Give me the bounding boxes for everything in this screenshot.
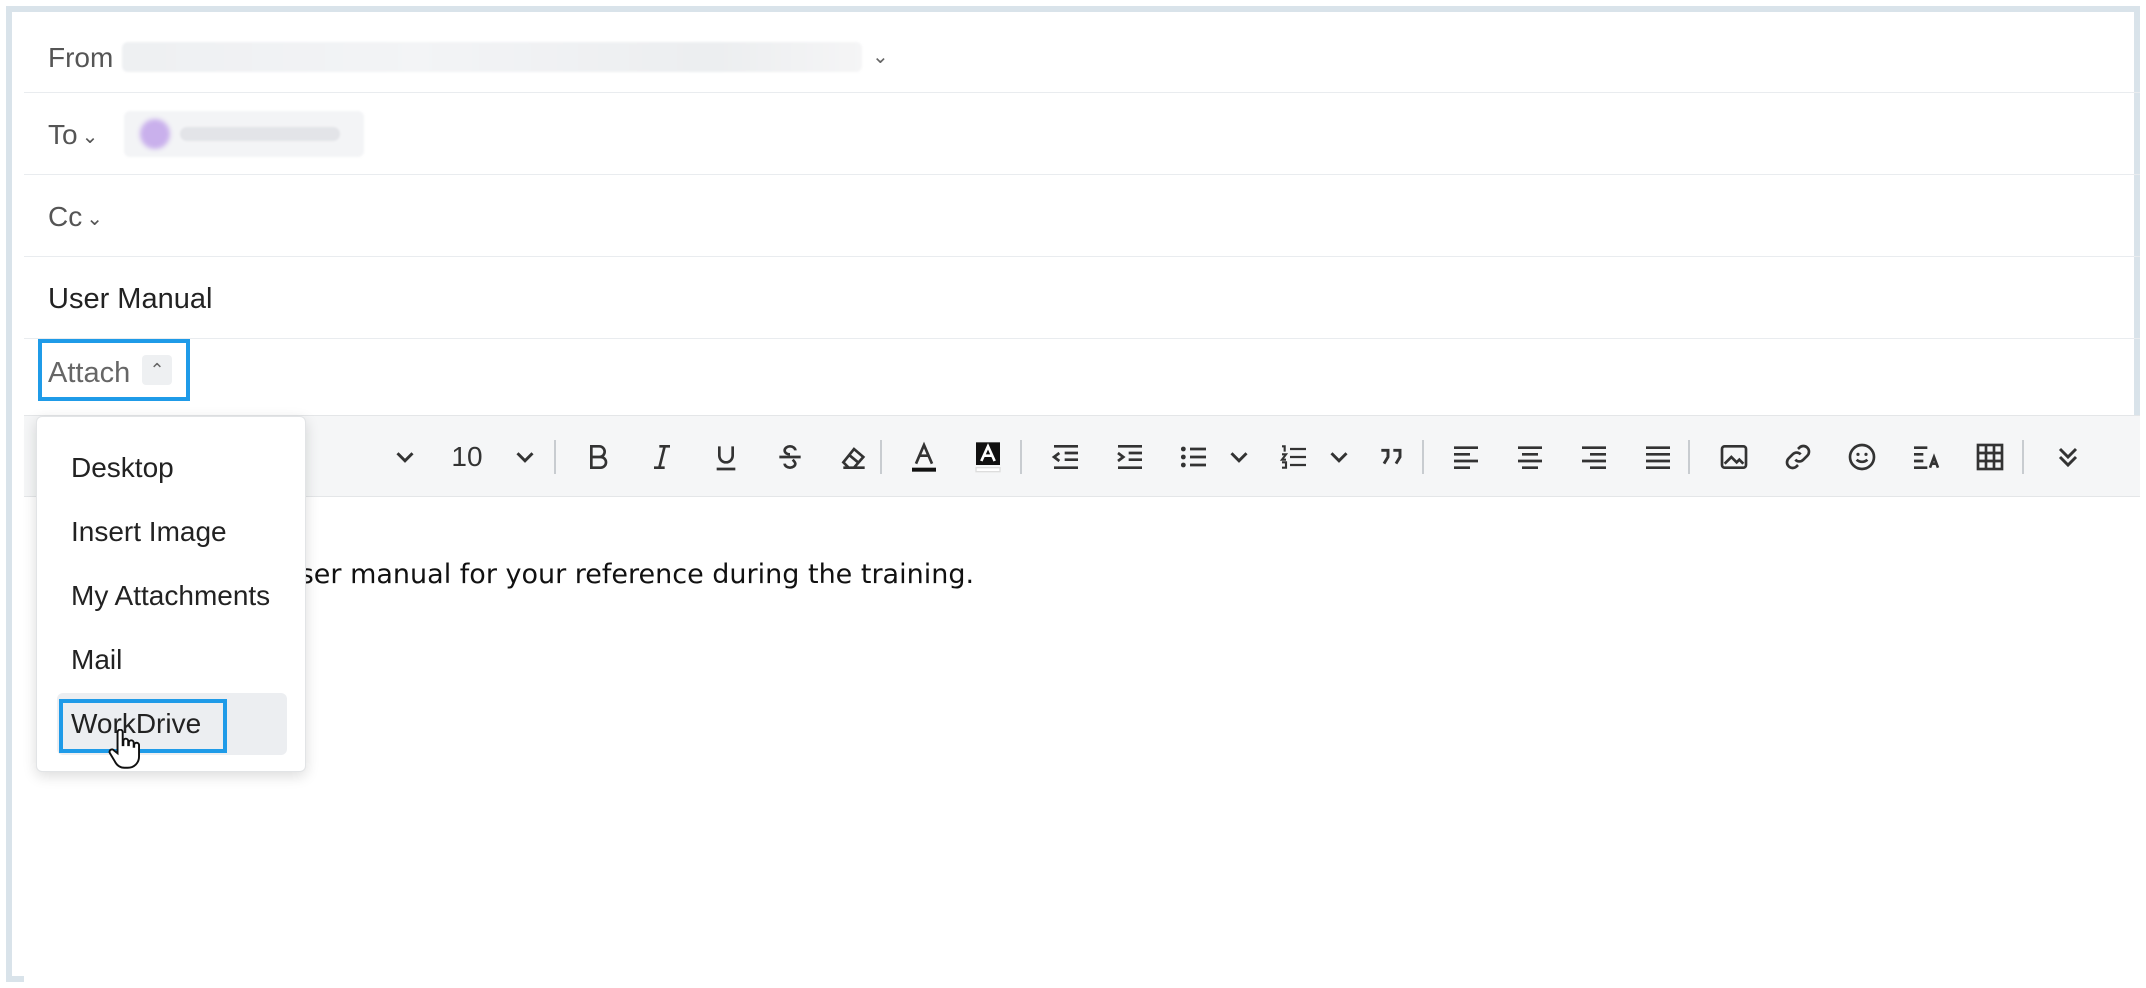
recipient-chip[interactable] [124, 111, 364, 157]
chevron-up-icon[interactable]: ⌃ [142, 355, 172, 385]
font-size-chevron-icon[interactable] [510, 434, 540, 480]
bulleted-list-chevron-icon[interactable] [1224, 434, 1254, 480]
toolbar-divider [1688, 440, 1690, 474]
from-label: From [48, 42, 114, 73]
chevron-down-icon[interactable]: ⌄ [872, 44, 889, 69]
underline-icon[interactable] [706, 434, 746, 480]
insert-link-icon[interactable] [1776, 434, 1820, 480]
hand-cursor-icon [108, 729, 140, 769]
strikethrough-icon[interactable] [770, 434, 810, 480]
toolbar-divider [554, 440, 556, 474]
bold-icon[interactable] [578, 434, 618, 480]
attach-label: Attach [48, 357, 131, 389]
attach-menu-item-workdrive[interactable]: WorkDrive [57, 693, 287, 755]
to-label[interactable]: To ⌄ [48, 119, 98, 151]
compose-window: From ⌄ To⌄ Cc⌄ User Manual Attach ⌃ 10 [6, 6, 2140, 987]
from-address-blurred[interactable] [122, 42, 862, 72]
to-label-text: To [48, 119, 78, 150]
align-center-icon[interactable] [1508, 434, 1552, 480]
clear-formatting-icon[interactable] [834, 434, 874, 480]
bulleted-list-icon[interactable] [1172, 434, 1216, 480]
blockquote-icon[interactable] [1370, 434, 1414, 480]
to-row: To ⌄ [24, 93, 2140, 175]
background-color-icon[interactable] [966, 434, 1010, 480]
avatar [140, 119, 170, 149]
text-direction-icon[interactable] [1904, 434, 1948, 480]
toolbar-divider [1422, 440, 1424, 474]
cc-row[interactable]: Cc ⌄ [24, 175, 2140, 257]
toolbar-divider [1020, 440, 1022, 474]
align-left-icon[interactable] [1444, 434, 1488, 480]
toolbar-divider [880, 440, 882, 474]
subject-row[interactable]: User Manual [24, 257, 2140, 339]
more-options-icon[interactable] [2048, 434, 2088, 480]
attach-button[interactable]: Attach ⌃ [38, 339, 190, 401]
attach-menu-item-my-attachments[interactable]: My Attachments [57, 565, 287, 627]
italic-icon[interactable] [642, 434, 682, 480]
justify-icon[interactable] [1636, 434, 1680, 480]
from-row: From ⌄ [24, 20, 2140, 93]
attach-menu-item-desktop[interactable]: Desktop [57, 437, 287, 499]
align-right-icon[interactable] [1572, 434, 1616, 480]
cc-label-text: Cc [48, 201, 83, 232]
toolbar-divider [2022, 440, 2024, 474]
recipient-name-blurred [180, 127, 340, 141]
email-body-editor[interactable]: d the user manual for your reference dur… [24, 497, 2140, 987]
email-body-text[interactable]: d the user manual for your reference dur… [204, 559, 974, 590]
cc-label[interactable]: Cc ⌄ [48, 201, 103, 233]
increase-indent-icon[interactable] [1108, 434, 1152, 480]
numbered-list-chevron-icon[interactable] [1324, 434, 1354, 480]
attach-row: Attach ⌃ [24, 339, 2140, 415]
chevron-down-icon[interactable]: ⌄ [82, 124, 99, 149]
insert-image-icon[interactable] [1712, 434, 1756, 480]
subject-field[interactable]: User Manual [48, 283, 212, 316]
font-color-icon[interactable] [902, 434, 946, 480]
decrease-indent-icon[interactable] [1044, 434, 1088, 480]
attach-menu-item-insert-image[interactable]: Insert Image [57, 501, 287, 563]
numbered-list-icon[interactable] [1272, 434, 1316, 480]
insert-table-icon[interactable] [1968, 434, 2012, 480]
font-family-dropdown-chevron-icon[interactable] [390, 434, 420, 480]
attach-menu-item-mail[interactable]: Mail [57, 629, 287, 691]
font-size-value[interactable]: 10 [442, 434, 492, 480]
formatting-toolbar: 10 [24, 415, 2140, 497]
chevron-down-icon[interactable]: ⌄ [86, 206, 103, 231]
attach-menu: Desktop Insert Image My Attachments Mail… [36, 416, 306, 772]
emoji-icon[interactable] [1840, 434, 1884, 480]
